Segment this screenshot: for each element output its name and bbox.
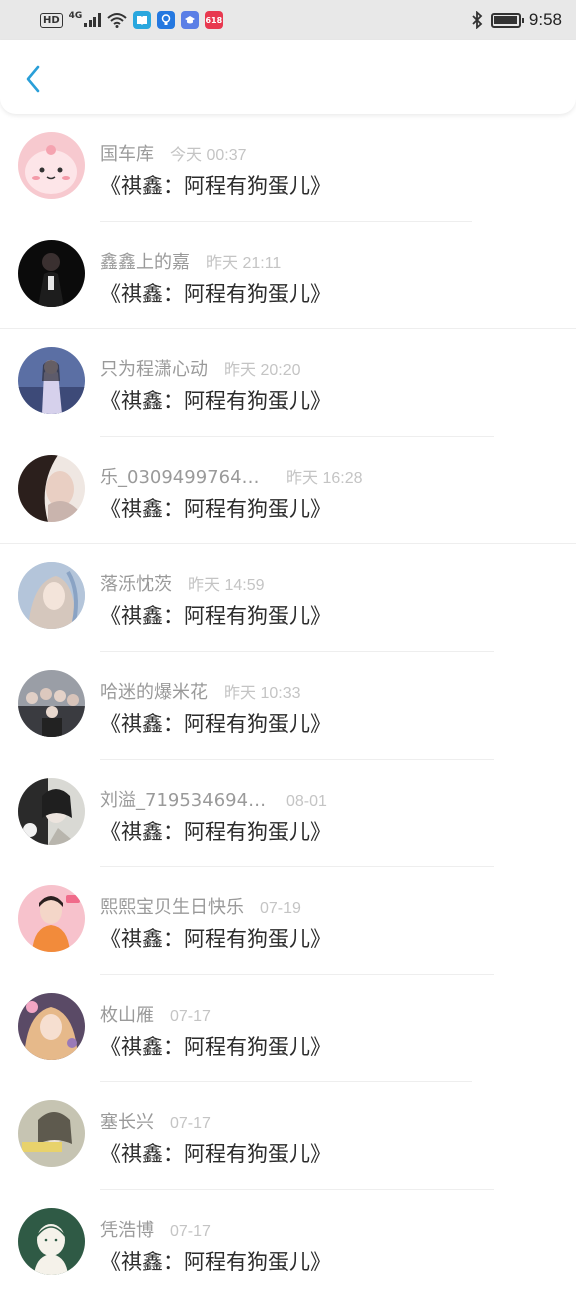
battery-icon xyxy=(490,12,524,28)
name-line: 凭浩博 07-17 xyxy=(100,1216,211,1242)
name-line: 枚山雁 07-17 xyxy=(100,1001,211,1027)
comment-item[interactable]: 落泺忱茨 昨天 14:59 《祺鑫：阿程有狗蛋儿》 xyxy=(0,544,576,652)
user-name[interactable]: 只为程潇心动 xyxy=(100,355,208,381)
name-line: 乐_030949976453... 昨天 16:28 xyxy=(100,463,363,489)
avatar[interactable] xyxy=(18,132,85,199)
name-line: 只为程潇心动 昨天 20:20 xyxy=(100,355,301,381)
wifi-icon xyxy=(107,13,127,28)
avatar[interactable] xyxy=(18,347,85,415)
user-name[interactable]: 凭浩博 xyxy=(100,1216,154,1242)
avatar[interactable] xyxy=(18,454,85,522)
comment-time: 07-17 xyxy=(170,1222,211,1240)
avatar[interactable] xyxy=(18,562,85,630)
comment-item[interactable]: 枚山雁 07-17 《祺鑫：阿程有狗蛋儿》 xyxy=(0,975,576,1083)
sale-app-icon: 618 xyxy=(204,11,223,29)
user-name[interactable]: 落泺忱茨 xyxy=(100,570,172,596)
comment-item[interactable]: 熙熙宝贝生日快乐 07-19 《祺鑫：阿程有狗蛋儿》 xyxy=(0,867,576,975)
comment-time: 今天 00:37 xyxy=(170,147,247,164)
name-line: 国车库 今天 00:37 xyxy=(100,140,247,166)
comment-item[interactable]: 塞长兴 07-17 《祺鑫：阿程有狗蛋儿》 xyxy=(0,1082,576,1190)
comment-item[interactable]: 国车库 今天 00:37 《祺鑫：阿程有狗蛋儿》 xyxy=(0,114,576,222)
user-name[interactable]: 刘溢_7195346946... xyxy=(100,786,270,812)
user-name[interactable]: 熙熙宝贝生日快乐 xyxy=(100,893,244,919)
comment-text: 《祺鑫：阿程有狗蛋儿》 xyxy=(100,1249,331,1274)
name-line: 落泺忱茨 昨天 14:59 xyxy=(100,570,265,596)
cap-app-icon xyxy=(180,11,199,29)
bluetooth-icon xyxy=(472,11,483,29)
user-name[interactable]: 塞长兴 xyxy=(100,1108,154,1134)
comment-time: 昨天 21:11 xyxy=(206,254,282,272)
comment-text: 《祺鑫：阿程有狗蛋儿》 xyxy=(100,281,331,306)
comment-item[interactable]: 只为程潇心动 昨天 20:20 《祺鑫：阿程有狗蛋儿》 xyxy=(0,329,576,437)
comment-text: 《祺鑫：阿程有狗蛋儿》 xyxy=(100,819,331,844)
comment-time: 昨天 20:20 xyxy=(224,362,301,380)
comment-time: 07-17 xyxy=(170,1007,211,1025)
name-line: 鑫鑫上的嘉 昨天 21:11 xyxy=(100,248,281,274)
name-line: 熙熙宝贝生日快乐 07-19 xyxy=(100,893,301,919)
comment-item[interactable]: 哈迷的爆米花 昨天 10:33 《祺鑫：阿程有狗蛋儿》 xyxy=(0,652,576,760)
comment-item[interactable]: 鑫鑫上的嘉 昨天 21:11 《祺鑫：阿程有狗蛋儿》 xyxy=(0,222,576,330)
avatar[interactable] xyxy=(18,885,85,953)
comment-text: 《祺鑫：阿程有狗蛋儿》 xyxy=(100,389,331,414)
comment-list: 国车库 今天 00:37 《祺鑫：阿程有狗蛋儿》 鑫鑫上的嘉 昨天 21:11 … xyxy=(0,114,576,1298)
comment-time: 08-01 xyxy=(286,792,327,810)
comment-time: 昨天 10:33 xyxy=(224,684,301,702)
bulb-app-icon xyxy=(156,11,175,29)
name-line: 刘溢_7195346946... 08-01 xyxy=(100,786,327,812)
avatar[interactable] xyxy=(18,1100,85,1168)
avatar[interactable] xyxy=(18,1207,85,1275)
avatar[interactable] xyxy=(18,992,85,1060)
avatar[interactable] xyxy=(18,669,85,737)
nav-bar xyxy=(0,40,576,114)
signal-icon xyxy=(84,13,101,27)
avatar[interactable] xyxy=(18,777,85,845)
user-name[interactable]: 哈迷的爆米花 xyxy=(100,678,208,704)
comment-text: 《祺鑫：阿程有狗蛋儿》 xyxy=(100,1142,331,1167)
hd-badge: HD xyxy=(40,12,63,28)
comment-time: 昨天 14:59 xyxy=(188,577,265,595)
user-name[interactable]: 枚山雁 xyxy=(100,1001,154,1027)
network-type: 4G xyxy=(68,11,83,21)
avatar[interactable] xyxy=(18,239,85,307)
user-name[interactable]: 乐_030949976453... xyxy=(100,463,270,489)
comment-time: 07-17 xyxy=(170,1115,211,1133)
comment-time: 07-19 xyxy=(260,900,301,918)
user-name[interactable]: 国车库 xyxy=(100,140,154,166)
status-left: HD 4G 618 xyxy=(40,11,223,29)
comment-text: 《祺鑫：阿程有狗蛋儿》 xyxy=(100,1034,331,1059)
back-button[interactable] xyxy=(18,62,48,96)
user-name[interactable]: 鑫鑫上的嘉 xyxy=(100,248,190,274)
comment-text: 《祺鑫：阿程有狗蛋儿》 xyxy=(100,174,331,198)
comment-text: 《祺鑫：阿程有狗蛋儿》 xyxy=(100,604,331,629)
comment-text: 《祺鑫：阿程有狗蛋儿》 xyxy=(100,496,331,521)
name-line: 哈迷的爆米花 昨天 10:33 xyxy=(100,678,301,704)
name-line: 塞长兴 07-17 xyxy=(100,1108,211,1134)
comment-text: 《祺鑫：阿程有狗蛋儿》 xyxy=(100,927,331,952)
comment-text: 《祺鑫：阿程有狗蛋儿》 xyxy=(100,711,331,736)
clock: 9:58 xyxy=(528,10,562,29)
status-bar: HD 4G 618 9:58 xyxy=(0,0,576,40)
comment-item[interactable]: 刘溢_7195346946... 08-01 《祺鑫：阿程有狗蛋儿》 xyxy=(0,760,576,868)
comment-item[interactable]: 凭浩博 07-17 《祺鑫：阿程有狗蛋儿》 xyxy=(0,1190,576,1298)
comment-item[interactable]: 乐_030949976453... 昨天 16:28 《祺鑫：阿程有狗蛋儿》 xyxy=(0,437,576,545)
chevron-left-icon xyxy=(26,65,40,93)
comment-time: 昨天 16:28 xyxy=(286,469,363,487)
book-app-icon xyxy=(132,11,151,29)
status-right: 9:58 xyxy=(471,10,562,30)
